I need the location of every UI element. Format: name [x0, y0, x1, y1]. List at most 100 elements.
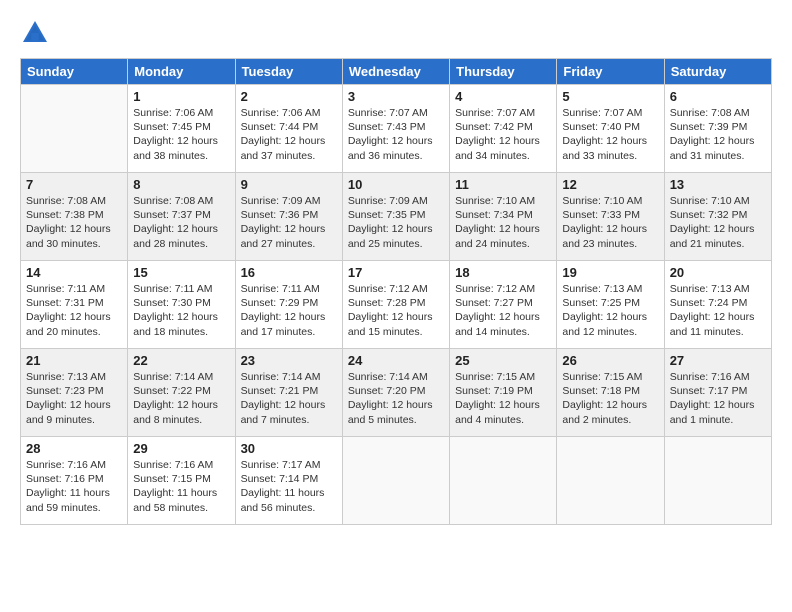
calendar-cell: 20 Sunrise: 7:13 AM Sunset: 7:24 PM Dayli…	[664, 261, 771, 349]
day-number: 27	[670, 353, 766, 368]
day-info: Sunrise: 7:16 AM Sunset: 7:15 PM Dayligh…	[133, 458, 229, 515]
logo-icon	[20, 18, 50, 48]
calendar-cell	[450, 437, 557, 525]
day-info: Sunrise: 7:13 AM Sunset: 7:23 PM Dayligh…	[26, 370, 122, 427]
day-info: Sunrise: 7:08 AM Sunset: 7:39 PM Dayligh…	[670, 106, 766, 163]
calendar-cell: 13 Sunrise: 7:10 AM Sunset: 7:32 PM Dayli…	[664, 173, 771, 261]
calendar-cell	[557, 437, 664, 525]
header	[20, 18, 772, 48]
day-headers-row: SundayMondayTuesdayWednesdayThursdayFrid…	[21, 59, 772, 85]
week-row-2: 7Sunrise: 7:08 AM Sunset: 7:38 PM Daylig…	[21, 173, 772, 261]
day-info: Sunrise: 7:09 AM Sunset: 7:36 PM Dayligh…	[241, 194, 337, 251]
day-info: Sunrise: 7:07 AM Sunset: 7:43 PM Dayligh…	[348, 106, 444, 163]
day-number: 3	[348, 89, 444, 104]
day-number: 4	[455, 89, 551, 104]
day-info: Sunrise: 7:16 AM Sunset: 7:16 PM Dayligh…	[26, 458, 122, 515]
calendar-cell: 24 Sunrise: 7:14 AM Sunset: 7:20 PM Dayli…	[342, 349, 449, 437]
day-header-tuesday: Tuesday	[235, 59, 342, 85]
calendar-cell: 30 Sunrise: 7:17 AM Sunset: 7:14 PM Dayli…	[235, 437, 342, 525]
day-header-saturday: Saturday	[664, 59, 771, 85]
day-header-thursday: Thursday	[450, 59, 557, 85]
day-number: 10	[348, 177, 444, 192]
day-info: Sunrise: 7:07 AM Sunset: 7:40 PM Dayligh…	[562, 106, 658, 163]
calendar-cell	[342, 437, 449, 525]
calendar-cell: 12 Sunrise: 7:10 AM Sunset: 7:33 PM Dayli…	[557, 173, 664, 261]
week-row-4: 21 Sunrise: 7:13 AM Sunset: 7:23 PM Dayli…	[21, 349, 772, 437]
day-info: Sunrise: 7:13 AM Sunset: 7:25 PM Dayligh…	[562, 282, 658, 339]
calendar-cell: 26Sunrise: 7:15 AM Sunset: 7:18 PM Dayli…	[557, 349, 664, 437]
day-info: Sunrise: 7:06 AM Sunset: 7:45 PM Dayligh…	[133, 106, 229, 163]
day-number: 22	[133, 353, 229, 368]
calendar-cell: 3 Sunrise: 7:07 AM Sunset: 7:43 PM Daylig…	[342, 85, 449, 173]
day-info: Sunrise: 7:14 AM Sunset: 7:21 PM Dayligh…	[241, 370, 337, 427]
day-info: Sunrise: 7:14 AM Sunset: 7:20 PM Dayligh…	[348, 370, 444, 427]
calendar-cell: 8 Sunrise: 7:08 AM Sunset: 7:37 PM Daylig…	[128, 173, 235, 261]
day-number: 18	[455, 265, 551, 280]
day-info: Sunrise: 7:15 AM Sunset: 7:19 PM Dayligh…	[455, 370, 551, 427]
day-info: Sunrise: 7:09 AM Sunset: 7:35 PM Dayligh…	[348, 194, 444, 251]
day-number: 17	[348, 265, 444, 280]
day-number: 8	[133, 177, 229, 192]
calendar-cell: 6 Sunrise: 7:08 AM Sunset: 7:39 PM Daylig…	[664, 85, 771, 173]
day-info: Sunrise: 7:10 AM Sunset: 7:32 PM Dayligh…	[670, 194, 766, 251]
day-info: Sunrise: 7:17 AM Sunset: 7:14 PM Dayligh…	[241, 458, 337, 515]
day-number: 21	[26, 353, 122, 368]
day-number: 5	[562, 89, 658, 104]
day-header-monday: Monday	[128, 59, 235, 85]
calendar-cell: 4 Sunrise: 7:07 AM Sunset: 7:42 PM Daylig…	[450, 85, 557, 173]
calendar-cell: 23 Sunrise: 7:14 AM Sunset: 7:21 PM Dayli…	[235, 349, 342, 437]
calendar-cell: 15Sunrise: 7:11 AM Sunset: 7:30 PM Dayli…	[128, 261, 235, 349]
calendar-cell	[664, 437, 771, 525]
day-info: Sunrise: 7:06 AM Sunset: 7:44 PM Dayligh…	[241, 106, 337, 163]
day-number: 14	[26, 265, 122, 280]
calendar-cell: 11Sunrise: 7:10 AM Sunset: 7:34 PM Dayli…	[450, 173, 557, 261]
day-number: 15	[133, 265, 229, 280]
day-number: 2	[241, 89, 337, 104]
day-number: 24	[348, 353, 444, 368]
week-row-1: 1 Sunrise: 7:06 AM Sunset: 7:45 PM Daylig…	[21, 85, 772, 173]
day-info: Sunrise: 7:10 AM Sunset: 7:34 PM Dayligh…	[455, 194, 551, 251]
calendar-cell: 1 Sunrise: 7:06 AM Sunset: 7:45 PM Daylig…	[128, 85, 235, 173]
day-number: 19	[562, 265, 658, 280]
day-number: 13	[670, 177, 766, 192]
calendar-cell: 7Sunrise: 7:08 AM Sunset: 7:38 PM Daylig…	[21, 173, 128, 261]
day-number: 30	[241, 441, 337, 456]
calendar-cell: 29Sunrise: 7:16 AM Sunset: 7:15 PM Dayli…	[128, 437, 235, 525]
day-info: Sunrise: 7:11 AM Sunset: 7:31 PM Dayligh…	[26, 282, 122, 339]
day-number: 1	[133, 89, 229, 104]
page: SundayMondayTuesdayWednesdayThursdayFrid…	[0, 0, 792, 612]
day-info: Sunrise: 7:12 AM Sunset: 7:27 PM Dayligh…	[455, 282, 551, 339]
calendar-cell: 16 Sunrise: 7:11 AM Sunset: 7:29 PM Dayli…	[235, 261, 342, 349]
calendar-cell: 17Sunrise: 7:12 AM Sunset: 7:28 PM Dayli…	[342, 261, 449, 349]
calendar-table: SundayMondayTuesdayWednesdayThursdayFrid…	[20, 58, 772, 525]
day-info: Sunrise: 7:10 AM Sunset: 7:33 PM Dayligh…	[562, 194, 658, 251]
day-number: 28	[26, 441, 122, 456]
day-header-friday: Friday	[557, 59, 664, 85]
calendar-cell	[21, 85, 128, 173]
day-info: Sunrise: 7:11 AM Sunset: 7:29 PM Dayligh…	[241, 282, 337, 339]
day-info: Sunrise: 7:14 AM Sunset: 7:22 PM Dayligh…	[133, 370, 229, 427]
calendar-cell: 2 Sunrise: 7:06 AM Sunset: 7:44 PM Daylig…	[235, 85, 342, 173]
day-info: Sunrise: 7:08 AM Sunset: 7:37 PM Dayligh…	[133, 194, 229, 251]
day-info: Sunrise: 7:15 AM Sunset: 7:18 PM Dayligh…	[562, 370, 658, 427]
calendar-cell: 5 Sunrise: 7:07 AM Sunset: 7:40 PM Daylig…	[557, 85, 664, 173]
week-row-5: 28 Sunrise: 7:16 AM Sunset: 7:16 PM Dayli…	[21, 437, 772, 525]
day-number: 16	[241, 265, 337, 280]
calendar-cell: 10 Sunrise: 7:09 AM Sunset: 7:35 PM Dayli…	[342, 173, 449, 261]
logo	[20, 18, 54, 48]
calendar-cell: 22 Sunrise: 7:14 AM Sunset: 7:22 PM Dayli…	[128, 349, 235, 437]
calendar-cell: 18 Sunrise: 7:12 AM Sunset: 7:27 PM Dayli…	[450, 261, 557, 349]
day-info: Sunrise: 7:13 AM Sunset: 7:24 PM Dayligh…	[670, 282, 766, 339]
day-number: 20	[670, 265, 766, 280]
day-number: 6	[670, 89, 766, 104]
day-number: 23	[241, 353, 337, 368]
day-number: 9	[241, 177, 337, 192]
day-number: 12	[562, 177, 658, 192]
day-number: 7	[26, 177, 122, 192]
week-row-3: 14 Sunrise: 7:11 AM Sunset: 7:31 PM Dayli…	[21, 261, 772, 349]
day-info: Sunrise: 7:07 AM Sunset: 7:42 PM Dayligh…	[455, 106, 551, 163]
calendar-cell: 19 Sunrise: 7:13 AM Sunset: 7:25 PM Dayli…	[557, 261, 664, 349]
day-info: Sunrise: 7:16 AM Sunset: 7:17 PM Dayligh…	[670, 370, 766, 427]
calendar-cell: 9 Sunrise: 7:09 AM Sunset: 7:36 PM Daylig…	[235, 173, 342, 261]
calendar-cell: 27 Sunrise: 7:16 AM Sunset: 7:17 PM Dayli…	[664, 349, 771, 437]
